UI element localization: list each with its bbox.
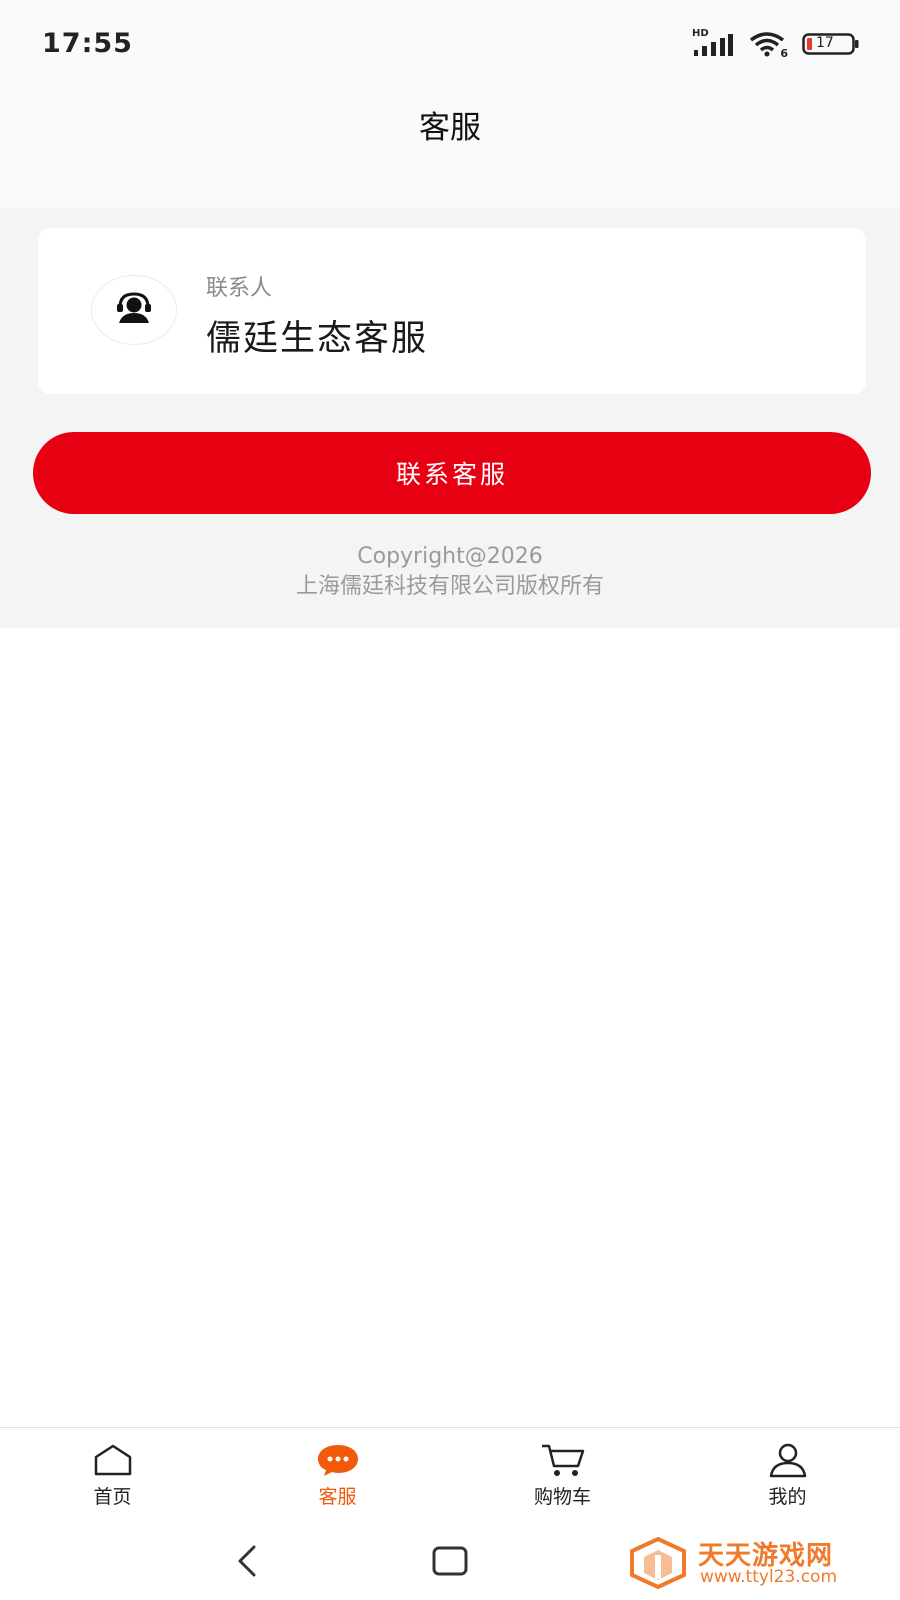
wifi-standard-label: 6	[780, 47, 788, 60]
status-bar: 17:55 HD 6 17	[0, 0, 900, 88]
copyright-line-1: Copyright@2026	[357, 544, 543, 569]
contact-service-button[interactable]: 联系客服	[33, 432, 871, 514]
copyright-line-2: 上海儒廷科技有限公司版权所有	[295, 574, 604, 599]
status-time: 17:55	[42, 28, 133, 59]
bottom-nav: 首页 客服 购物车 我的	[0, 1427, 900, 1525]
page-header: 客服	[0, 88, 900, 208]
nav-label-customer-service: 客服	[318, 1486, 357, 1508]
home-icon	[92, 1442, 134, 1478]
cell-signal-icon: HD	[692, 28, 734, 58]
battery-level: 17	[816, 35, 834, 51]
nav-label-cart: 购物车	[533, 1486, 591, 1508]
customer-service-icon	[114, 291, 154, 329]
watermark-url: www.ttyl23.com	[700, 1567, 838, 1587]
status-icons: HD 6 17	[692, 28, 860, 60]
avatar	[92, 276, 176, 344]
home-square-icon[interactable]	[432, 1545, 468, 1581]
contact-name: 儒廷生态客服	[206, 319, 429, 359]
page-title: 客服	[419, 110, 481, 146]
contact-card: 联系人 儒廷生态客服	[38, 228, 866, 394]
contact-label: 联系人	[206, 276, 273, 301]
nav-item-customer-service[interactable]: 客服	[225, 1428, 450, 1526]
user-icon	[767, 1442, 809, 1478]
cart-icon	[540, 1442, 586, 1478]
battery-icon: 17	[802, 32, 860, 56]
chat-icon	[316, 1442, 360, 1478]
wifi-icon: 6	[748, 30, 788, 60]
nav-label-me: 我的	[768, 1486, 807, 1508]
nav-item-home[interactable]: 首页	[0, 1428, 225, 1526]
main-content: 联系人 儒廷生态客服 联系客服 Copyright@2026 上海儒廷科技有限公…	[0, 208, 900, 628]
nav-item-me[interactable]: 我的	[675, 1428, 900, 1526]
back-icon[interactable]	[232, 1543, 262, 1583]
system-nav-bar: 天天游戏网 www.ttyl23.com	[0, 1525, 900, 1600]
nav-item-cart[interactable]: 购物车	[450, 1428, 675, 1526]
copyright: Copyright@2026 上海儒廷科技有限公司版权所有	[0, 542, 900, 602]
nav-label-home: 首页	[93, 1486, 132, 1508]
watermark-logo-icon	[628, 1536, 688, 1593]
watermark: 天天游戏网 www.ttyl23.com	[628, 1535, 858, 1591]
